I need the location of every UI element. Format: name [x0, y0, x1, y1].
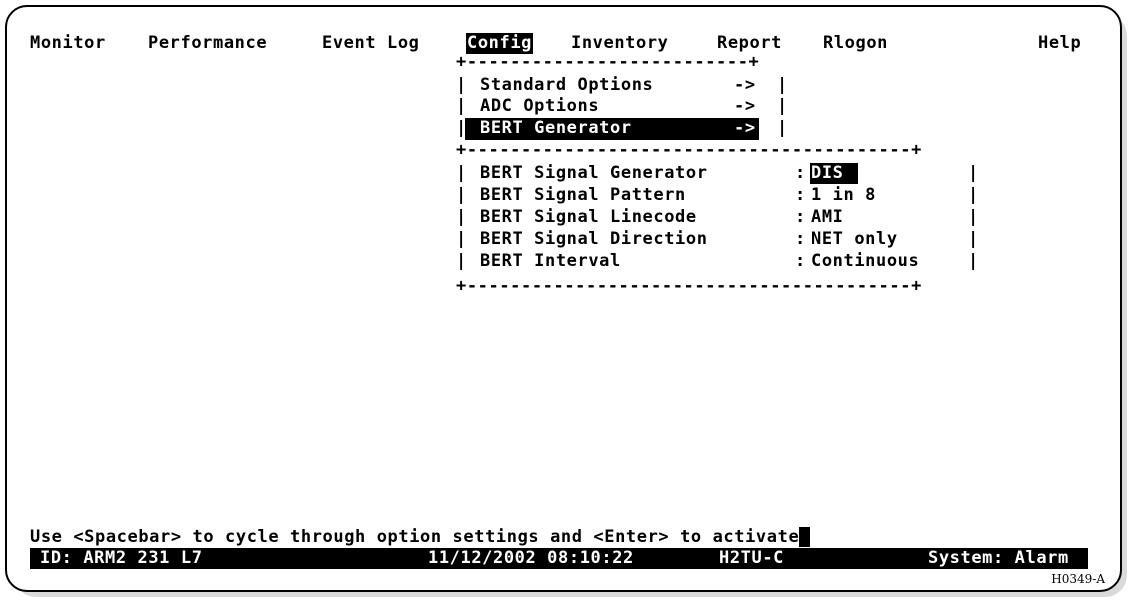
colon-separator: :: [795, 251, 806, 271]
bert-panel-right-border: |: [968, 185, 979, 205]
config-menu-right-border: |: [777, 75, 788, 95]
status-unit: H2TU-C: [719, 548, 785, 568]
menu-monitor[interactable]: Monitor: [30, 33, 106, 54]
menu-item-adc-options[interactable]: ADC Options: [480, 96, 599, 117]
bert-signal-pattern-value[interactable]: 1 in 8: [811, 185, 876, 206]
menu-event-log[interactable]: Event Log: [322, 33, 420, 54]
bert-panel-right-border: |: [968, 229, 979, 249]
submenu-arrow: ->: [734, 118, 756, 138]
bert-panel-border-bottom: +---------------------------------------…: [456, 276, 922, 296]
bert-row-label: BERT Signal Linecode: [480, 207, 697, 227]
bert-signal-linecode-value[interactable]: AMI: [811, 207, 844, 228]
colon-separator: :: [795, 229, 806, 249]
status-system: System: Alarm: [928, 548, 1069, 568]
menu-help[interactable]: Help: [1038, 33, 1081, 54]
menu-config[interactable]: Config: [466, 33, 534, 54]
bert-panel-left-border: |: [456, 229, 467, 249]
bert-panel-border-top: +---------------------------------------…: [456, 140, 922, 160]
bert-row-label: BERT Signal Direction: [480, 229, 708, 249]
config-menu-right-border: |: [777, 118, 788, 138]
menu-inventory[interactable]: Inventory: [571, 33, 669, 54]
menu-report[interactable]: Report: [717, 33, 782, 54]
config-menu-right-border: |: [777, 96, 788, 116]
menu-item-bert-generator[interactable]: BERT Generator: [480, 118, 632, 139]
bert-panel-left-border: |: [456, 251, 467, 271]
bert-panel-right-border: |: [968, 163, 979, 183]
colon-separator: :: [795, 185, 806, 205]
bert-panel-left-border: |: [456, 207, 467, 227]
status-id: ID: ARM2 231 L7: [40, 548, 203, 568]
submenu-arrow: ->: [734, 96, 756, 116]
menu-rlogon[interactable]: Rlogon: [823, 33, 888, 54]
menu-performance[interactable]: Performance: [148, 33, 267, 54]
status-hint: Use <Spacebar> to cycle through option s…: [30, 527, 811, 548]
bert-signal-direction-value[interactable]: NET only: [811, 229, 898, 250]
bert-row-label: BERT Signal Generator: [480, 163, 708, 183]
bert-panel-right-border: |: [968, 207, 979, 227]
bert-row-label: BERT Interval: [480, 251, 621, 271]
bert-row-label: BERT Signal Pattern: [480, 185, 686, 205]
colon-separator: :: [795, 207, 806, 227]
status-datetime: 11/12/2002 08:10:22: [428, 548, 634, 568]
bert-panel-left-border: |: [456, 185, 467, 205]
config-menu-border-top: +--------------------------+: [456, 52, 760, 72]
status-hint-text: Use <Spacebar> to cycle through option s…: [30, 527, 800, 547]
menu-item-standard-options[interactable]: Standard Options: [480, 75, 653, 96]
config-menu-left-border: |: [456, 75, 467, 95]
bert-panel-left-border: |: [456, 163, 467, 183]
config-menu-left-border: |: [456, 96, 467, 116]
bert-signal-generator-value[interactable]: DIS: [810, 163, 858, 184]
bert-panel-right-border: |: [968, 251, 979, 271]
submenu-arrow: ->: [734, 75, 756, 95]
cursor-block: [799, 527, 811, 547]
bert-interval-value[interactable]: Continuous: [811, 251, 919, 272]
figure-code: H0349-A: [1051, 572, 1105, 586]
colon-separator: :: [795, 163, 806, 183]
